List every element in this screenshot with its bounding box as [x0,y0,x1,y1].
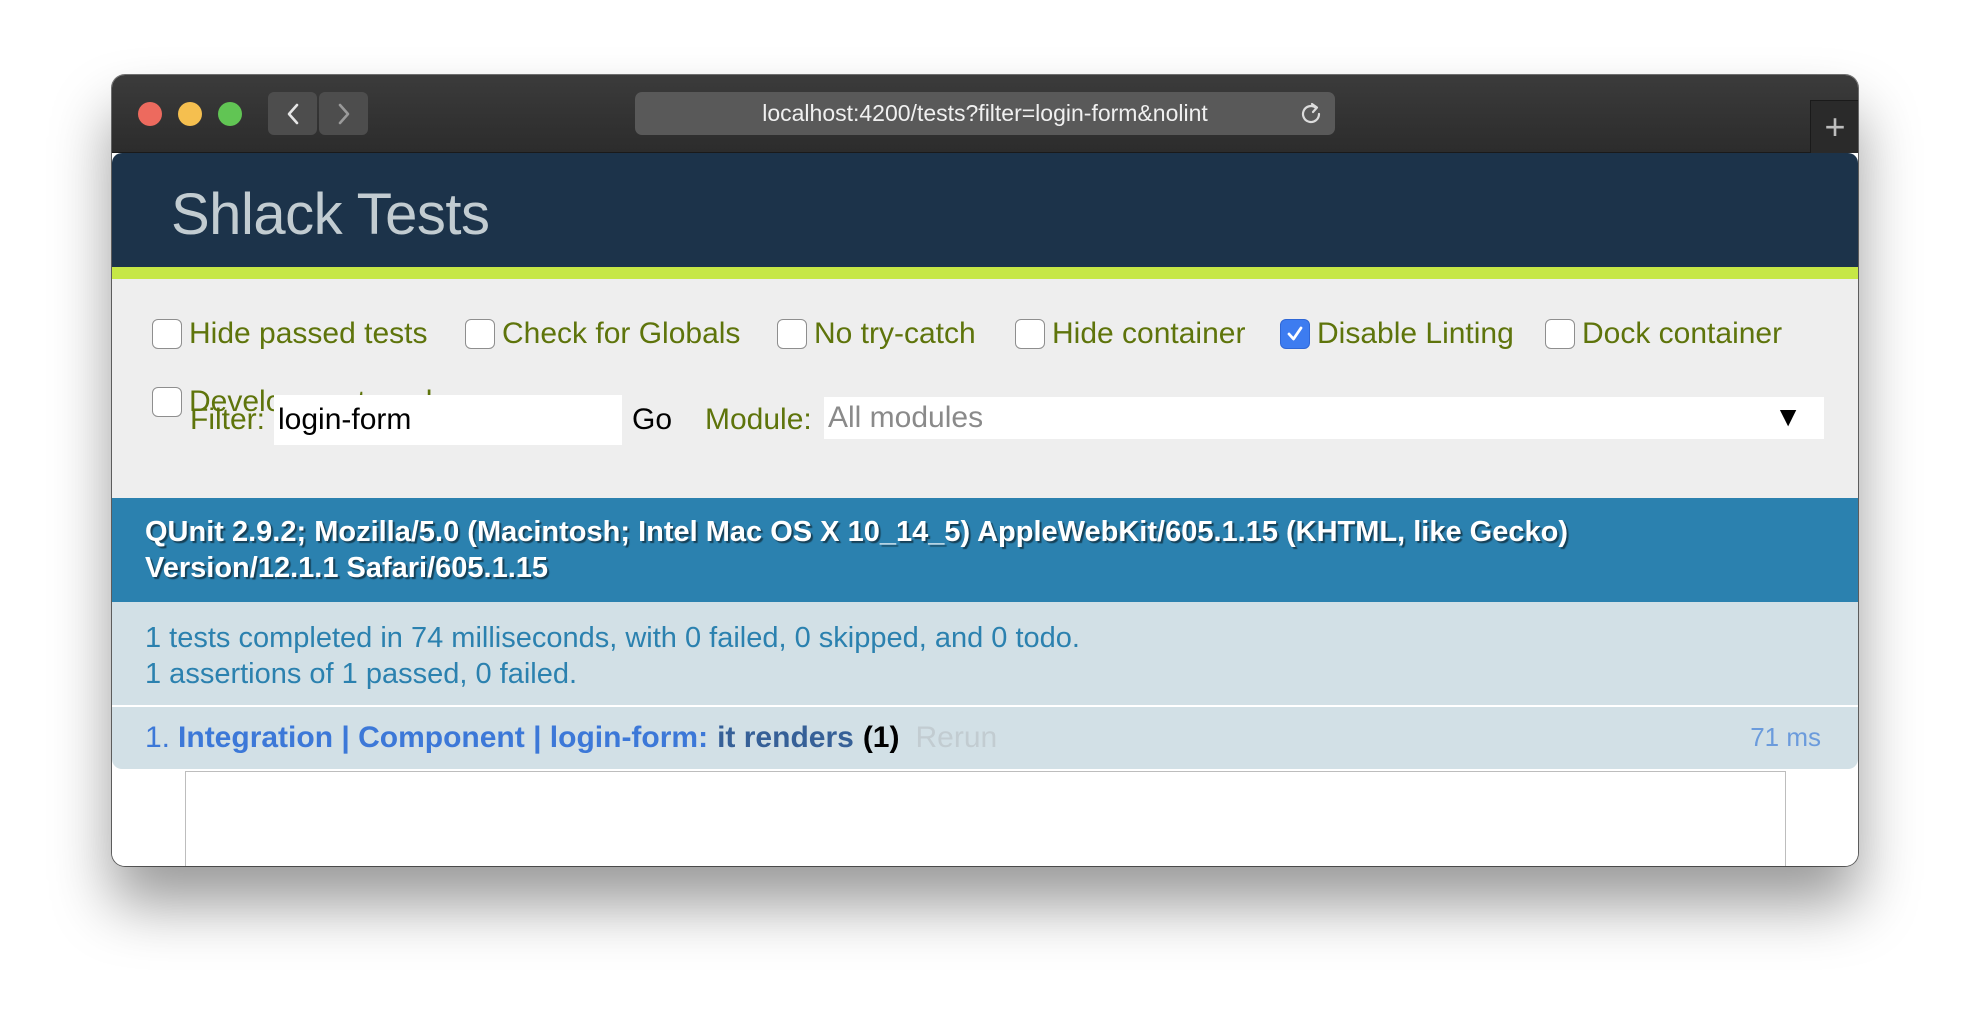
qunit-header: Shlack Tests [112,153,1858,279]
option-label: Hide passed tests [189,317,428,350]
option-label: Check for Globals [502,317,741,350]
option-label: No try-catch [814,317,976,350]
test-row[interactable]: 1. Integration | Component | login-form:… [112,707,1858,769]
filter-input-value: login-form [278,403,412,436]
maximize-window-button[interactable] [218,102,242,126]
reload-button[interactable] [1296,99,1326,129]
page-title[interactable]: Shlack Tests [171,181,490,248]
no-try-catch-checkbox[interactable] [777,319,807,349]
qunit-toolbar: Hide passed tests Check for Globals No t… [112,279,1858,498]
new-tab-button[interactable]: + [1810,100,1858,153]
development-mode-checkbox[interactable] [152,387,182,417]
browser-window: localhost:4200/tests?filter=login-form&n… [112,75,1858,866]
option-hide-container[interactable]: Hide container [1015,317,1245,351]
hide-container-checkbox[interactable] [1015,319,1045,349]
minimize-window-button[interactable] [178,102,202,126]
test-container [185,771,1786,866]
user-agent-banner: QUnit 2.9.2; Mozilla/5.0 (Macintosh; Int… [112,498,1858,602]
option-disable-linting[interactable]: Disable Linting [1280,317,1514,351]
back-button[interactable] [268,92,317,135]
summary-line2: 1 assertions of 1 passed, 0 failed. [145,658,578,690]
check-for-globals-checkbox[interactable] [465,319,495,349]
chevron-left-icon [287,103,298,124]
forward-button[interactable] [319,92,368,135]
dropdown-arrow-icon: ▼ [1774,401,1802,432]
checkmark-icon [1287,326,1303,341]
test-number: 1. [145,721,171,754]
test-runtime: 71 ms [1750,722,1821,752]
page-content: Shlack Tests Hide passed tests Check for… [112,153,1858,866]
rerun-link[interactable]: Rerun [915,721,997,755]
option-hide-passed-tests[interactable]: Hide passed tests [152,317,427,351]
option-dock-container[interactable]: Dock container [1545,317,1782,351]
test-module-name[interactable]: Integration | Component | login-form: [178,721,708,755]
filter-label: Filter: [190,403,265,436]
option-no-try-catch[interactable]: No try-catch [777,317,976,351]
summary-line1: 1 tests completed in 74 milliseconds, wi… [145,622,1080,654]
test-name[interactable]: it renders [717,721,854,755]
hide-passed-tests-checkbox[interactable] [152,319,182,349]
close-window-button[interactable] [138,102,162,126]
chevron-right-icon [338,103,349,124]
reload-icon [1301,102,1321,124]
option-label: Hide container [1052,317,1246,350]
plus-icon: + [1824,106,1846,147]
browser-titlebar: localhost:4200/tests?filter=login-form&n… [112,75,1858,153]
go-button[interactable]: Go [632,403,672,437]
test-assertion-counts: (1) [862,721,900,754]
filter-input[interactable]: login-form [274,395,622,445]
dock-container-checkbox[interactable] [1545,319,1575,349]
option-label: Disable Linting [1317,317,1514,350]
module-label: Module: [705,403,812,436]
test-result-summary: 1 tests completed in 74 milliseconds, wi… [112,602,1858,706]
disable-linting-checkbox[interactable] [1280,319,1310,349]
module-select-value: All modules [828,401,984,434]
option-check-for-globals[interactable]: Check for Globals [465,317,740,351]
address-bar-url: localhost:4200/tests?filter=login-form&n… [762,100,1208,126]
user-agent-line1: QUnit 2.9.2; Mozilla/5.0 (Macintosh; Int… [145,516,1568,548]
option-label: Dock container [1582,317,1783,350]
address-bar[interactable]: localhost:4200/tests?filter=login-form&n… [635,92,1335,135]
module-select[interactable]: All modules ▼ [824,397,1824,439]
user-agent-line2: Version/12.1.1 Safari/605.1.15 [145,552,549,584]
